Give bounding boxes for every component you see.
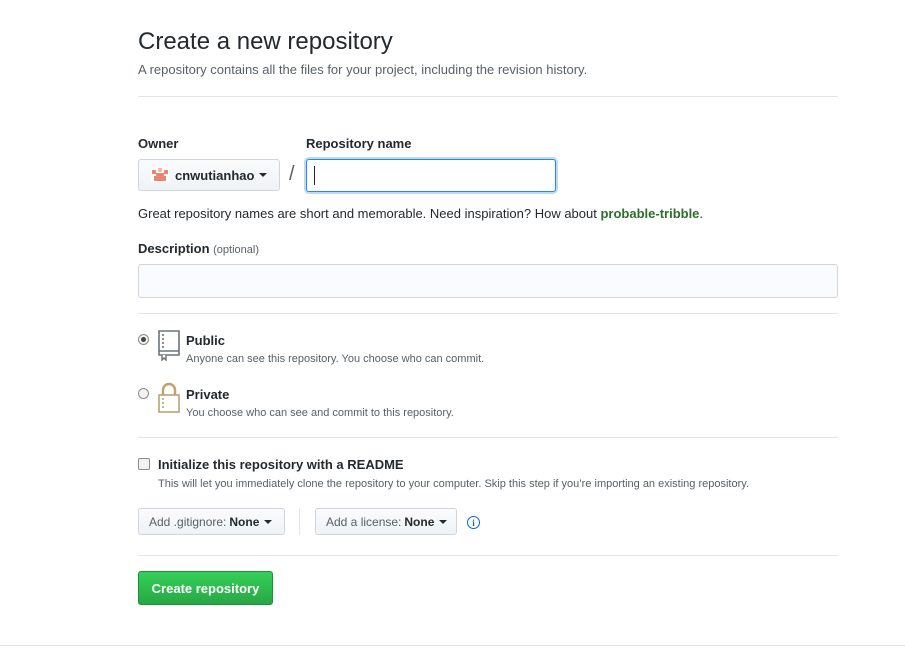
gitignore-prefix: Add .gitignore:: [149, 514, 227, 529]
hint-text: Great repository names are short and mem…: [138, 206, 601, 221]
chevron-down-icon: [439, 519, 448, 524]
private-note: You choose who can see and commit to thi…: [186, 407, 454, 419]
public-label: Public: [186, 333, 226, 348]
init-readme-checkbox[interactable]: [138, 458, 150, 470]
description-label-text: Description: [138, 241, 210, 256]
optional-tag: (optional): [213, 244, 259, 256]
divider: [138, 555, 838, 556]
license-value: None: [404, 514, 435, 529]
hint-end: .: [699, 206, 704, 221]
private-label: Private: [186, 387, 230, 402]
repo-name-label: Repository name: [306, 136, 412, 151]
description-input[interactable]: [138, 264, 838, 298]
chevron-down-icon: [264, 519, 273, 524]
owner-dropdown[interactable]: cnwutianhao: [138, 159, 280, 191]
lock-icon: [158, 382, 180, 413]
select-separator: [299, 508, 300, 535]
gitignore-value: None: [229, 514, 260, 529]
public-note: Anyone can see this repository. You choo…: [186, 353, 485, 365]
name-suggestion-link[interactable]: probable-tribble: [600, 206, 699, 221]
public-radio[interactable]: [138, 334, 149, 345]
page-title: Create a new repository: [138, 28, 393, 55]
repo-book-icon: [158, 330, 180, 361]
info-icon[interactable]: i: [467, 516, 480, 529]
page-subtitle: A repository contains all the files for …: [138, 62, 588, 77]
name-hint: Great repository names are short and mem…: [138, 206, 703, 221]
owner-name: cnwutianhao: [175, 167, 255, 183]
divider: [138, 313, 838, 314]
init-readme-note: This will let you immediately clone the …: [158, 478, 749, 490]
owner-repo-separator: /: [289, 163, 295, 185]
create-repository-button[interactable]: Create repository: [138, 571, 273, 605]
init-readme-label: Initialize this repository with a README: [158, 457, 404, 472]
description-label: Description (optional): [138, 241, 259, 256]
owner-label: Owner: [138, 136, 179, 151]
divider: [138, 96, 838, 97]
gitignore-dropdown[interactable]: Add .gitignore: None: [138, 508, 285, 535]
chevron-down-icon: [259, 173, 268, 177]
repo-name-input[interactable]: [306, 159, 556, 192]
license-prefix: Add a license:: [326, 514, 402, 529]
user-avatar-icon: [151, 168, 169, 182]
divider: [138, 437, 838, 438]
footer-divider: [0, 645, 905, 646]
private-radio[interactable]: [138, 388, 149, 399]
license-dropdown[interactable]: Add a license: None: [315, 508, 457, 535]
text-cursor: [314, 166, 315, 185]
